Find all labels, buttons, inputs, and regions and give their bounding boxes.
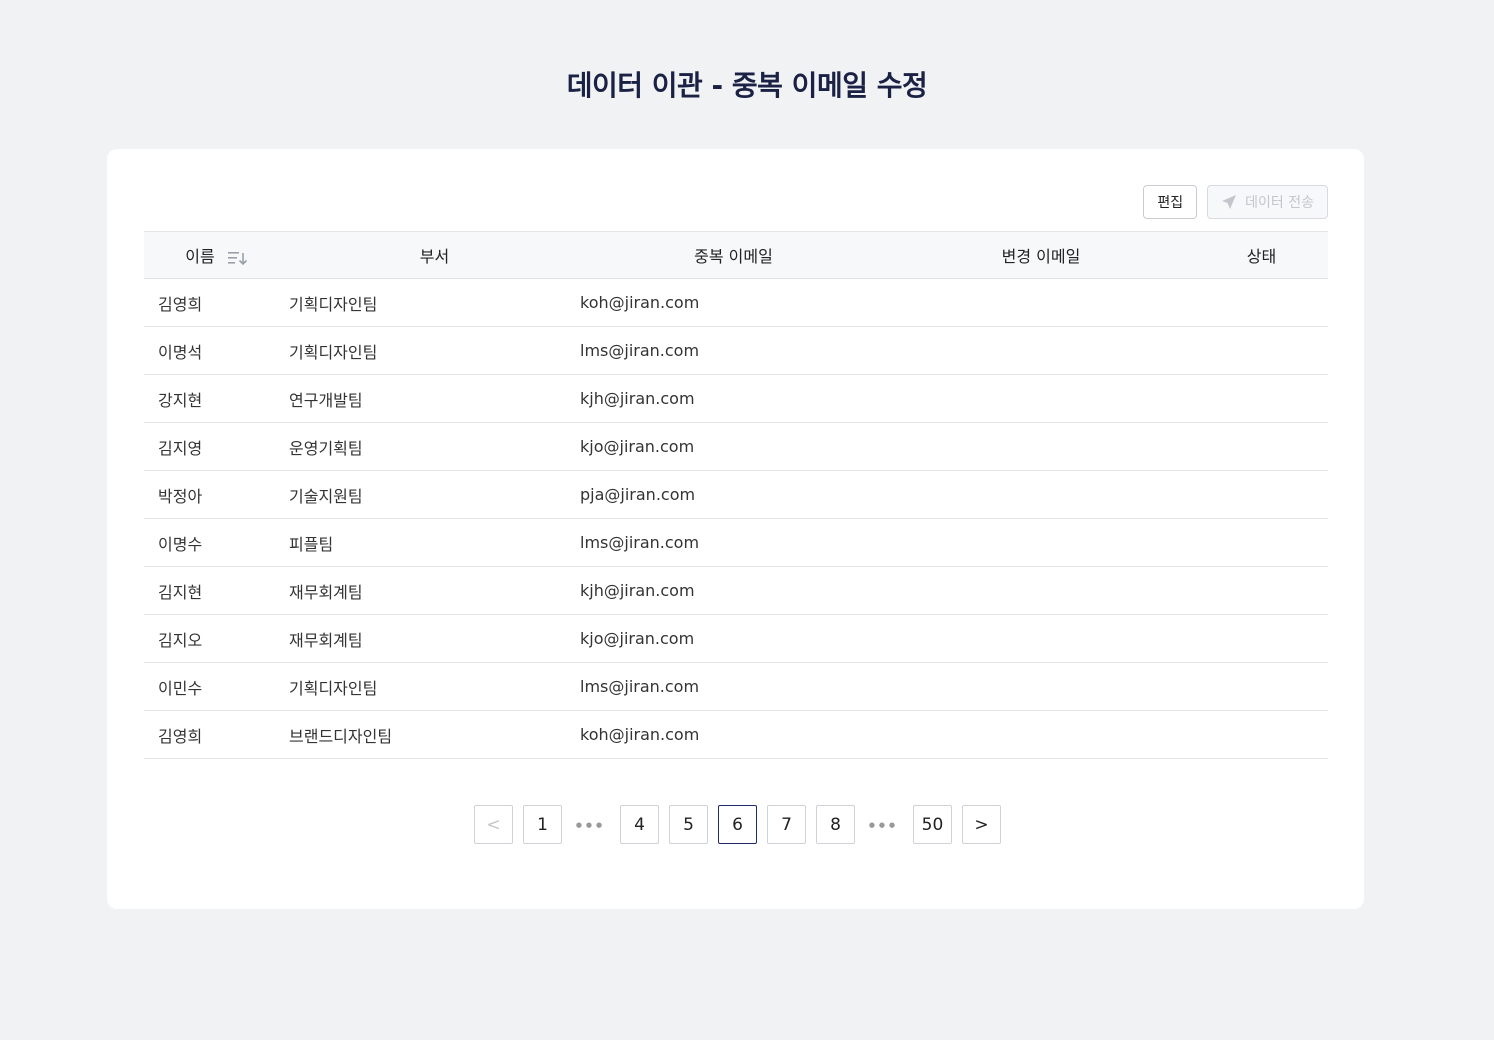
cell-status [1195,566,1328,615]
cell-dept: 기술지원팀 [289,470,580,519]
cell-dup-email: lms@jiran.com [580,662,887,711]
cell-name: 이민수 [144,662,289,711]
table-row[interactable]: 김영희 브랜드디자인팀 koh@jiran.com [144,710,1328,759]
prev-page-button[interactable]: < [474,805,513,844]
header-new-email: 변경 이메일 [887,231,1195,279]
cell-status [1195,614,1328,663]
send-data-button[interactable]: 데이터 전송 [1207,185,1328,219]
page-button-7[interactable]: 7 [767,805,806,844]
cell-new-email[interactable] [887,470,1195,519]
duplicate-email-table: 이름 부서 중복 이메일 변경 이메일 상태 김영희 기획디자인팀 koh@ji… [144,231,1328,759]
cell-name: 강지현 [144,374,289,423]
cell-dept: 운영기획팀 [289,422,580,471]
cell-dup-email: kjh@jiran.com [580,566,887,615]
cell-status [1195,710,1328,759]
cell-name: 김영희 [144,710,289,759]
cell-dept: 재무회계팀 [289,614,580,663]
table-body: 김영희 기획디자인팀 koh@jiran.com 이명석 기획디자인팀 lms@… [144,278,1328,759]
table-row[interactable]: 박정아 기술지원팀 pja@jiran.com [144,470,1328,519]
cell-name: 박정아 [144,470,289,519]
table-row[interactable]: 이민수 기획디자인팀 lms@jiran.com [144,662,1328,711]
page-button-8[interactable]: 8 [816,805,855,844]
cell-dup-email: kjo@jiran.com [580,422,887,471]
table-row[interactable]: 이명석 기획디자인팀 lms@jiran.com [144,326,1328,375]
header-dept: 부서 [289,231,580,279]
table-row[interactable]: 이명수 피플팀 lms@jiran.com [144,518,1328,567]
page-button-5[interactable]: 5 [669,805,708,844]
cell-dept: 연구개발팀 [289,374,580,423]
cell-new-email[interactable] [887,422,1195,471]
page-title: 데이터 이관 - 중복 이메일 수정 [566,69,928,102]
cell-name: 이명석 [144,326,289,375]
cell-new-email[interactable] [887,278,1195,327]
page-button-1[interactable]: 1 [523,805,562,844]
cell-new-email[interactable] [887,374,1195,423]
cell-new-email[interactable] [887,614,1195,663]
next-page-button[interactable]: > [962,805,1001,844]
cell-dup-email: lms@jiran.com [580,326,887,375]
page-button-6-current[interactable]: 6 [718,805,757,844]
cell-dup-email: kjh@jiran.com [580,374,887,423]
toolbar: 편집 데이터 전송 [1143,185,1328,219]
cell-dept: 기획디자인팀 [289,326,580,375]
cell-new-email[interactable] [887,566,1195,615]
header-name-label: 이름 [185,247,215,266]
cell-status [1195,470,1328,519]
header-status: 상태 [1195,231,1328,279]
pagination-ellipsis: ●●● [868,820,900,829]
send-data-label: 데이터 전송 [1245,195,1314,211]
edit-button[interactable]: 편집 [1143,185,1198,219]
cell-status [1195,374,1328,423]
page-button-50[interactable]: 50 [913,805,952,844]
pagination-ellipsis: ●●● [575,820,607,829]
cell-new-email[interactable] [887,662,1195,711]
cell-dept: 재무회계팀 [289,566,580,615]
cell-new-email[interactable] [887,326,1195,375]
content-card: 편집 데이터 전송 이름 부서 중복 이메일 변경 이메일 상태 김영희 기획디… [107,149,1364,909]
header-name[interactable]: 이름 [144,231,289,279]
table-row[interactable]: 김지현 재무회계팀 kjh@jiran.com [144,566,1328,615]
cell-status [1195,518,1328,567]
cell-name: 김지오 [144,614,289,663]
cell-status [1195,278,1328,327]
page-button-4[interactable]: 4 [620,805,659,844]
table-row[interactable]: 김지오 재무회계팀 kjo@jiran.com [144,614,1328,663]
header-dup-email: 중복 이메일 [580,231,887,279]
cell-status [1195,422,1328,471]
cell-dept: 피플팀 [289,518,580,567]
cell-name: 김지영 [144,422,289,471]
cell-dept: 기획디자인팀 [289,278,580,327]
cell-dept: 기획디자인팀 [289,662,580,711]
cell-dept: 브랜드디자인팀 [289,710,580,759]
cell-dup-email: kjo@jiran.com [580,614,887,663]
cell-status [1195,326,1328,375]
cell-name: 이명수 [144,518,289,567]
cell-dup-email: koh@jiran.com [580,278,887,327]
pagination: < 1 ●●● 4 5 6 7 8 ●●● 50 > [474,805,1011,844]
send-icon [1222,195,1237,209]
cell-name: 김지현 [144,566,289,615]
sort-icon[interactable] [227,250,248,266]
table-header-row: 이름 부서 중복 이메일 변경 이메일 상태 [144,231,1328,279]
table-row[interactable]: 강지현 연구개발팀 kjh@jiran.com [144,374,1328,423]
cell-dup-email: koh@jiran.com [580,710,887,759]
cell-dup-email: lms@jiran.com [580,518,887,567]
cell-dup-email: pja@jiran.com [580,470,887,519]
table-row[interactable]: 김영희 기획디자인팀 koh@jiran.com [144,278,1328,327]
cell-new-email[interactable] [887,518,1195,567]
cell-name: 김영희 [144,278,289,327]
table-row[interactable]: 김지영 운영기획팀 kjo@jiran.com [144,422,1328,471]
cell-status [1195,662,1328,711]
cell-new-email[interactable] [887,710,1195,759]
